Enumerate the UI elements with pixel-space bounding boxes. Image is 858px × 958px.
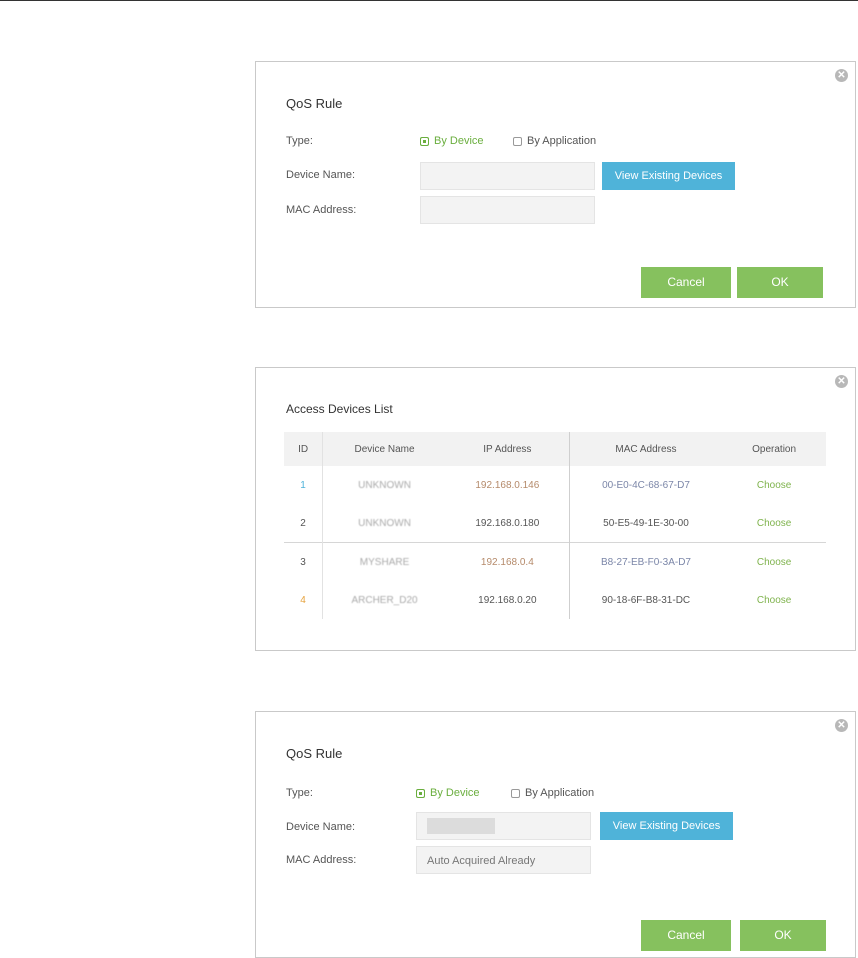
cancel-button[interactable]: Cancel [641,920,731,951]
column-header: MAC Address [569,432,723,466]
mac-address-label: MAC Address: [286,854,357,866]
table-row: 2 UNKNOWN 192.168.0.180 50-E5-49-1E-30-0… [284,504,826,543]
radio-label: By Device [434,135,484,147]
radio-checked-icon [420,136,429,146]
ok-button[interactable]: OK [740,920,826,951]
cell-ip: 192.168.0.146 [445,466,570,504]
close-icon[interactable]: ✕ [835,375,848,388]
cell-device-name: UNKNOWN [358,479,411,491]
device-name-field[interactable] [420,162,595,190]
qos-rule-dialog-before: ✕ QoS Rule Type: By Device By Applicatio… [255,61,856,308]
mac-address-label: MAC Address: [286,204,357,216]
type-label: Type: [286,135,313,147]
cancel-button[interactable]: Cancel [641,267,731,298]
radio-label: By Application [525,787,595,799]
cell-mac: B8-27-EB-F0-3A-D7 [569,542,723,581]
device-name-field[interactable] [416,812,591,840]
cell-id: 4 [284,581,324,619]
dialog-title: QoS Rule [286,96,343,111]
dialog-title: QoS Rule [286,746,343,761]
devices-table: ID Device Name IP Address MAC Address Op… [284,432,826,619]
cell-device-name: UNKNOWN [358,517,411,529]
view-existing-devices-button[interactable]: View Existing Devices [602,162,735,190]
radio-by-application[interactable]: By Application [513,135,596,147]
radio-label: By Application [527,135,597,147]
view-existing-devices-button[interactable]: View Existing Devices [600,812,733,840]
radio-by-application[interactable]: By Application [511,787,594,799]
qos-rule-dialog-after: ✕ QoS Rule Type: By Device By Applicatio… [255,711,856,958]
cell-device-name: MYSHARE [322,542,446,581]
column-header: Operation [722,432,826,466]
table-row: 1 UNKNOWN 192.168.0.146 00-E0-4C-68-67-D… [284,466,826,504]
table-row: 4 ARCHER_D20 192.168.0.20 90-18-6F-B8-31… [284,581,826,619]
choose-link[interactable]: Choose [722,542,826,581]
cell-id: 3 [284,542,324,581]
device-name-label: Device Name: [286,821,356,833]
cell-ip: 192.168.0.20 [445,581,570,619]
table-header-row: ID Device Name IP Address MAC Address Op… [284,432,826,466]
cell-ip: 192.168.0.180 [445,504,570,543]
column-header: Device Name [322,432,446,466]
dialog-title: Access Devices List [286,402,393,416]
cell-mac: 90-18-6F-B8-31-DC [601,594,691,606]
close-icon[interactable]: ✕ [835,719,848,732]
type-label: Type: [286,787,313,799]
radio-by-device[interactable]: By Device [416,787,480,799]
top-divider [0,0,858,1]
choose-link[interactable]: Choose [722,466,826,504]
cell-mac: 00-E0-4C-68-67-D7 [602,479,690,491]
cell-mac: 50-E5-49-1E-30-00 [603,517,689,529]
close-icon[interactable]: ✕ [835,69,848,82]
radio-unchecked-icon [511,788,520,798]
choose-link[interactable]: Choose [722,581,826,619]
cell-id: 2 [284,504,324,543]
mac-address-field[interactable]: Auto Acquired Already [416,846,591,874]
cell-id: 1 [284,466,324,504]
access-devices-dialog: ✕ Access Devices List ID Device Name IP … [255,367,856,651]
cell-device-name: ARCHER_D20 [351,594,418,606]
device-name-label: Device Name: [286,169,356,181]
redacted-device-name [427,818,495,834]
column-header: IP Address [445,432,570,466]
radio-by-device[interactable]: By Device [420,135,484,147]
cell-ip: 192.168.0.4 [445,542,570,581]
table-row: 3 MYSHARE 192.168.0.4 B8-27-EB-F0-3A-D7 … [284,542,826,581]
choose-link[interactable]: Choose [722,504,826,543]
radio-unchecked-icon [513,136,522,146]
ok-button[interactable]: OK [737,267,823,298]
column-header: ID [284,432,324,466]
radio-label: By Device [430,787,480,799]
radio-checked-icon [416,788,425,798]
mac-address-field[interactable] [420,196,595,224]
